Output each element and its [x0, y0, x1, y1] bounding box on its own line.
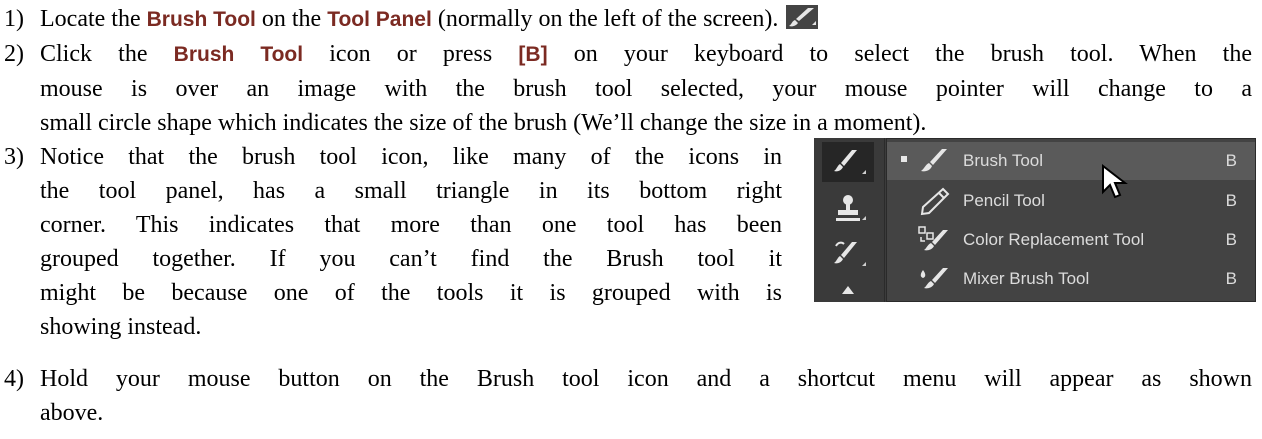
- menu-item-shortcut: B: [1225, 269, 1237, 288]
- menu-item-mixer-brush-tool[interactable]: Mixer Brush Tool B: [887, 260, 1255, 298]
- active-bullet: [901, 156, 907, 162]
- brush-tool-flyout-menu: Brush Tool B Pencil Tool B Color Replace…: [886, 138, 1256, 302]
- menu-item-brush-tool[interactable]: Brush Tool B: [887, 142, 1255, 199]
- step-number: 3): [4, 144, 24, 170]
- clone-stamp-icon: [822, 188, 874, 228]
- mixer-brush-icon: [917, 264, 951, 294]
- partial-tool-icon: [822, 282, 874, 302]
- menu-item-label: Mixer Brush Tool: [963, 269, 1090, 288]
- brush-icon: [822, 142, 874, 182]
- step-text: Locate the Brush Tool on the Tool Panel …: [40, 2, 1240, 37]
- menu-item-shortcut: B: [1225, 191, 1237, 210]
- color-replacement-icon: [917, 225, 951, 255]
- history-brush-icon: [822, 234, 874, 274]
- menu-item-color-replacement-tool[interactable]: Color Replacement Tool B: [887, 221, 1255, 259]
- menu-item-shortcut: B: [1225, 151, 1237, 170]
- menu-item-shortcut: B: [1225, 230, 1237, 249]
- brush-icon: [917, 146, 951, 176]
- step-number: 1): [4, 6, 24, 32]
- tool-menu-screenshot: Brush Tool B Pencil Tool B Color Replace…: [814, 138, 1256, 302]
- keyword-shortcut-b: [B]: [518, 43, 548, 66]
- step-number: 2): [4, 41, 24, 67]
- keyword-tool-panel: Tool Panel: [327, 8, 432, 31]
- brush-icon: [786, 5, 819, 29]
- keyword-brush-tool: Brush Tool: [146, 8, 256, 31]
- step-text: Click the Brush Tool icon or press [B] o…: [40, 41, 1252, 136]
- step-number: 4): [4, 366, 24, 392]
- menu-item-label: Color Replacement Tool: [963, 230, 1145, 249]
- step-text: Notice that the brush tool icon, like ma…: [40, 144, 782, 340]
- menu-item-label: Brush Tool: [963, 151, 1044, 170]
- tool-panel-strip: [814, 138, 885, 302]
- keyword-brush-tool: Brush Tool: [173, 43, 304, 66]
- menu-item-pencil-tool[interactable]: Pencil Tool B: [887, 182, 1255, 220]
- menu-item-label: Pencil Tool: [963, 191, 1045, 210]
- step-text: Hold your mouse button on the Brush tool…: [40, 366, 1252, 426]
- pencil-icon: [917, 186, 951, 216]
